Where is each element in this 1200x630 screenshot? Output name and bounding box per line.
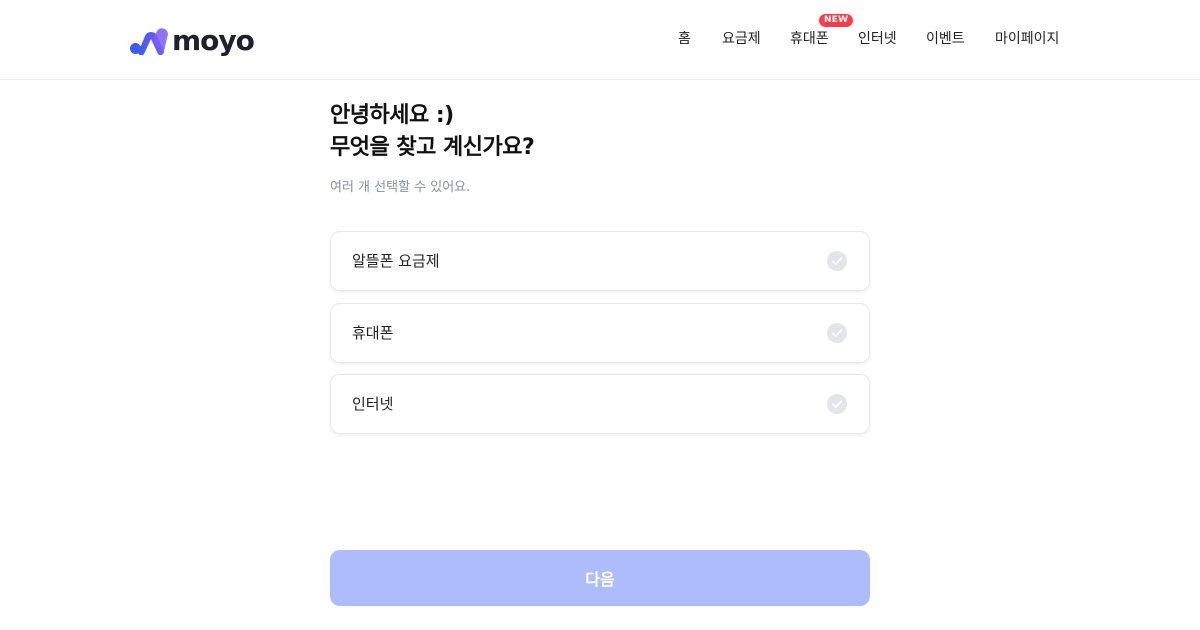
option-label: 알뜰폰 요금제	[352, 252, 440, 270]
nav-item-home[interactable]: 홈	[678, 28, 691, 50]
next-button[interactable]: 다음	[330, 550, 870, 606]
nav-item-plans[interactable]: 요금제	[722, 28, 761, 50]
page-title: 안녕하세요 :) 무엇을 찾고 계신가요?	[330, 100, 870, 164]
option-label: 인터넷	[352, 395, 394, 413]
top-nav: 홈 요금제 휴대폰 NEW 인터넷 이벤트 마이페이지	[0, 14, 1200, 52]
nav-item-internet[interactable]: 인터넷	[858, 28, 897, 50]
greeting-line-1: 안녕하세요 :)	[330, 103, 454, 128]
check-circle-icon	[827, 322, 847, 343]
option-label: 휴대폰	[352, 323, 394, 342]
helper-text: 여러 개 선택할 수 있어요.	[330, 180, 471, 195]
nav-item-phones[interactable]: 휴대폰 NEW	[790, 14, 854, 50]
nav-item-phones-label: 휴대폰	[790, 31, 829, 47]
option-internet[interactable]: 인터넷	[330, 374, 870, 434]
option-mvno-plan[interactable]: 알뜰폰 요금제	[330, 231, 870, 291]
onboarding-section: 안녕하세요 :) 무엇을 찾고 계신가요? 여러 개 선택할 수 있어요. 알뜰…	[330, 100, 870, 434]
check-circle-icon	[827, 394, 847, 414]
nav-item-mypage[interactable]: 마이페이지	[995, 28, 1059, 50]
nav-item-events[interactable]: 이벤트	[926, 28, 965, 50]
option-phone[interactable]: 휴대폰	[330, 302, 870, 363]
new-badge: NEW	[819, 14, 854, 27]
option-list: 알뜰폰 요금제 휴대폰 인터넷	[330, 231, 870, 446]
check-circle-icon	[827, 251, 847, 271]
greeting-line-2: 무엇을 찾고 계신가요?	[330, 135, 535, 160]
header: moyo 홈 요금제 휴대폰 NEW 인터넷 이벤트 마이페이지	[0, 0, 1200, 80]
